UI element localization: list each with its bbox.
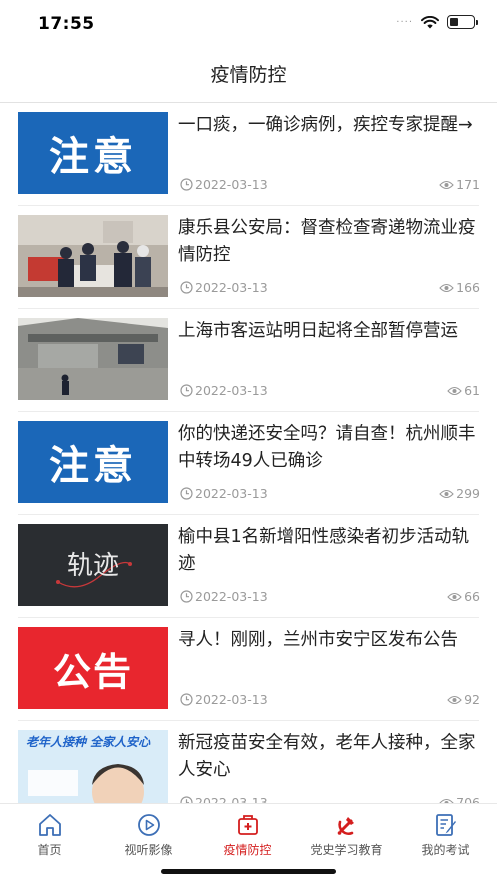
news-thumbnail xyxy=(18,215,168,297)
eye-icon xyxy=(439,489,454,498)
home-indicator[interactable] xyxy=(161,869,336,874)
news-title: 榆中县1名新增阳性感染者初步活动轨迹 xyxy=(178,527,470,574)
signal-icon: ···· xyxy=(396,16,413,28)
eye-icon xyxy=(447,386,462,395)
tab-video[interactable]: 视听影像 xyxy=(99,808,198,858)
status-icons: ···· xyxy=(396,15,478,29)
eye-icon xyxy=(447,592,462,601)
news-thumbnail: 注意 xyxy=(18,112,168,194)
news-item[interactable]: 注意 一口痰，一确诊病例，疾控专家提醒→ 2022-03-13 171 xyxy=(18,103,480,206)
news-views: 92 xyxy=(447,692,480,707)
tab-label: 首页 xyxy=(37,843,62,857)
tab-label: 我的考试 xyxy=(421,843,470,857)
clock-icon xyxy=(180,384,193,397)
vaccine-poster-photo: 老年人接种 全家人安心 xyxy=(18,730,168,803)
page-title: 疫情防控 xyxy=(210,64,287,86)
clock-icon xyxy=(180,590,193,603)
news-item[interactable]: 康乐县公安局：督查检查寄递物流业疫情防控 2022-03-13 166 xyxy=(18,206,480,309)
news-date: 2022-03-13 xyxy=(180,692,268,707)
clock-icon xyxy=(180,178,193,191)
wifi-icon xyxy=(421,15,439,28)
news-date: 2022-03-13 xyxy=(180,280,268,295)
news-views: 166 xyxy=(439,280,480,295)
tab-epidemic-control[interactable]: 疫情防控 xyxy=(198,808,297,858)
police-inspection-photo xyxy=(18,215,168,297)
news-title: 寻人！刚刚，兰州市安宁区发布公告 xyxy=(178,630,458,650)
news-item[interactable]: 老年人接种 全家人安心 新冠疫苗安全有效，老年人接种，全家人安心 2022-03… xyxy=(18,721,480,803)
news-date: 2022-03-13 xyxy=(180,383,268,398)
news-title: 新冠疫苗安全有效，老年人接种，全家人安心 xyxy=(178,733,476,780)
party-emblem-icon xyxy=(337,817,354,835)
news-date: 2022-03-13 xyxy=(180,795,268,803)
news-views: 66 xyxy=(447,589,480,604)
status-time: 17:55 xyxy=(38,14,95,34)
news-thumbnail: 注意 xyxy=(18,421,168,503)
tab-home[interactable]: 首页 xyxy=(0,808,99,858)
status-bar: 17:55 ···· xyxy=(0,0,497,50)
play-icon xyxy=(137,814,160,836)
news-title: 你的快递还安全吗？请自查！杭州顺丰中转场49人已确诊 xyxy=(178,424,476,471)
news-title: 上海市客运站明日起将全部暂停营运 xyxy=(178,321,458,341)
news-item[interactable]: 上海市客运站明日起将全部暂停营运 2022-03-13 61 xyxy=(18,309,480,412)
news-title: 康乐县公安局：督查检查寄递物流业疫情防控 xyxy=(178,218,476,265)
news-views: 706 xyxy=(439,795,480,803)
news-item[interactable]: 轨迹 榆中县1名新增阳性感染者初步活动轨迹 2022-03-13 66 xyxy=(18,515,480,618)
eye-icon xyxy=(439,180,454,189)
news-date: 2022-03-13 xyxy=(180,486,268,501)
news-views: 171 xyxy=(439,177,480,192)
tab-label: 疫情防控 xyxy=(223,843,272,857)
news-list[interactable]: 注意 一口痰，一确诊病例，疾控专家提醒→ 2022-03-13 171 康乐县公… xyxy=(0,103,497,803)
tab-label: 党史学习教育 xyxy=(310,843,383,857)
news-date: 2022-03-13 xyxy=(180,589,268,604)
thumbnail-text: 老年人接种 全家人安心 xyxy=(26,735,151,749)
thumbnail-text: 轨迹 xyxy=(67,551,119,581)
clock-icon xyxy=(180,796,193,803)
news-item[interactable]: 公告 寻人！刚刚，兰州市安宁区发布公告 2022-03-13 92 xyxy=(18,618,480,721)
battery-icon xyxy=(447,15,478,29)
exam-icon xyxy=(435,814,456,836)
news-views: 299 xyxy=(439,486,480,501)
thumbnail-text: 公告 xyxy=(52,640,133,696)
track-graphic: 轨迹 xyxy=(18,524,168,606)
home-icon xyxy=(38,814,61,836)
news-thumbnail: 公告 xyxy=(18,627,168,709)
thumbnail-text: 注意 xyxy=(49,443,137,489)
news-views: 61 xyxy=(447,383,480,398)
tab-party-history[interactable]: 党史学习教育 xyxy=(297,808,396,858)
news-date: 2022-03-13 xyxy=(180,177,268,192)
bus-station-photo xyxy=(18,318,168,400)
news-thumbnail: 轨迹 xyxy=(18,524,168,606)
news-item[interactable]: 注意 你的快递还安全吗？请自查！杭州顺丰中转场49人已确诊 2022-03-13… xyxy=(18,412,480,515)
news-thumbnail xyxy=(18,318,168,400)
eye-icon xyxy=(447,695,462,704)
news-title: 一口痰，一确诊病例，疾控专家提醒→ xyxy=(178,115,473,135)
thumbnail-text: 注意 xyxy=(49,134,137,180)
clock-icon xyxy=(180,281,193,294)
clock-icon xyxy=(180,487,193,500)
medical-icon xyxy=(237,815,258,835)
tab-my-exams[interactable]: 我的考试 xyxy=(396,808,495,858)
news-thumbnail: 老年人接种 全家人安心 xyxy=(18,730,168,803)
tab-label: 视听影像 xyxy=(124,843,173,857)
clock-icon xyxy=(180,693,193,706)
eye-icon xyxy=(439,283,454,292)
